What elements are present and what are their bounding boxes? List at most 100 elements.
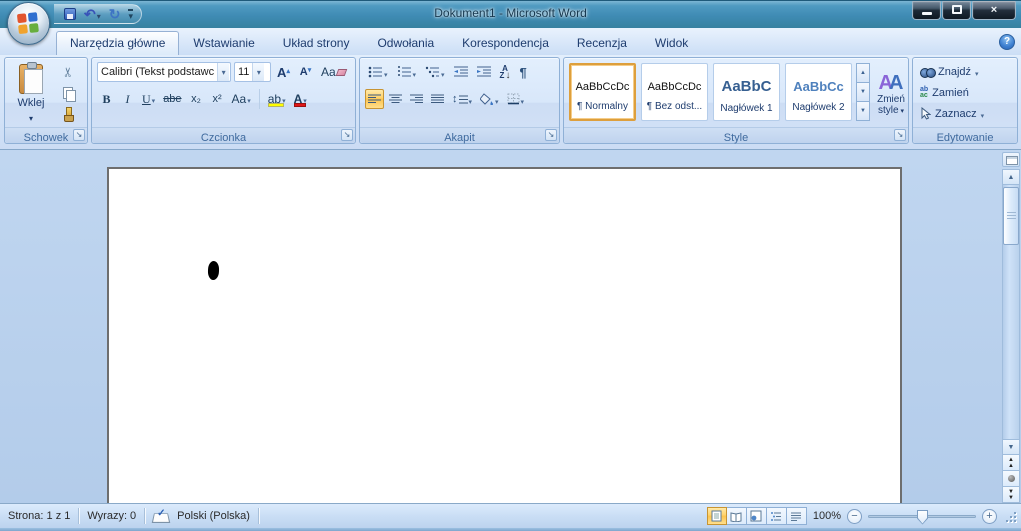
align-left-button[interactable]	[365, 89, 384, 109]
chevron-down-icon	[899, 105, 904, 116]
font-size-combobox[interactable]: 11	[234, 62, 271, 82]
show-formatting-marks-button[interactable]: ¶	[516, 62, 529, 82]
align-center-button[interactable]	[386, 89, 405, 109]
style-no-spacing[interactable]: AaBbCcDc ¶ Bez odst...	[641, 63, 708, 121]
style-scroll-down-button[interactable]: ▼	[856, 83, 870, 102]
tab-references[interactable]: Odwołania	[363, 31, 448, 55]
grow-font-button[interactable]: A	[274, 62, 293, 82]
italic-button[interactable]: I	[118, 89, 137, 109]
minimize-button[interactable]	[912, 1, 941, 20]
help-button[interactable]	[999, 34, 1015, 50]
chevron-down-icon	[413, 65, 417, 80]
clipboard-dialog-launcher[interactable]	[73, 129, 85, 141]
tab-review[interactable]: Recenzja	[563, 31, 641, 55]
save-button[interactable]	[62, 5, 78, 23]
bullets-button[interactable]	[365, 62, 391, 82]
word-count-status[interactable]: Wyrazy: 0	[87, 510, 136, 522]
change-case-button[interactable]: Aa	[229, 89, 254, 109]
zoom-out-button[interactable]: −	[847, 509, 862, 524]
line-spacing-icon: ↕	[452, 93, 458, 105]
tab-insert[interactable]: Wstawianie	[179, 31, 268, 55]
web-layout-view-button[interactable]	[747, 507, 767, 525]
text-highlight-button[interactable]: ab	[265, 89, 289, 109]
shrink-font-button[interactable]: A	[296, 62, 315, 82]
chevron-down-icon	[96, 7, 101, 22]
change-styles-button[interactable]: AA Zmień style	[874, 61, 908, 127]
sort-button[interactable]: AZ	[497, 62, 514, 82]
font-dialog-launcher[interactable]	[341, 129, 353, 141]
style-gallery-more-button[interactable]: ▼	[856, 102, 870, 121]
subscript-button[interactable]: x₂	[187, 89, 206, 109]
styles-dialog-launcher[interactable]	[894, 129, 906, 141]
paragraph-dialog-launcher[interactable]	[545, 129, 557, 141]
document-page[interactable]	[107, 167, 902, 503]
close-button[interactable]: ×	[972, 1, 1016, 20]
underline-button[interactable]: U	[139, 89, 158, 109]
align-right-button[interactable]	[407, 89, 426, 109]
tab-view[interactable]: Widok	[641, 31, 702, 55]
zoom-slider[interactable]	[868, 515, 976, 518]
spellcheck-icon[interactable]	[153, 510, 169, 523]
resize-grip[interactable]	[1003, 509, 1017, 523]
print-layout-view-button[interactable]	[707, 507, 727, 525]
strikethrough-button[interactable]: abe	[160, 89, 184, 109]
font-family-combobox[interactable]: Calibri (Tekst podstawc	[97, 62, 231, 82]
group-label-clipboard: Schowek	[24, 132, 69, 144]
zoom-level[interactable]: 100%	[813, 510, 841, 522]
fullscreen-reading-view-button[interactable]	[727, 507, 747, 525]
next-page-button[interactable]: ▼▼	[1002, 487, 1020, 503]
previous-page-button[interactable]: ▲▲	[1002, 455, 1020, 471]
style-heading2[interactable]: AaBbCc Nagłówek 2	[785, 63, 852, 121]
tab-mailings[interactable]: Korespondencja	[448, 31, 563, 55]
office-button[interactable]	[7, 2, 50, 45]
replace-button[interactable]: abac Zamień	[919, 84, 1013, 101]
superscript-button[interactable]: x²	[208, 89, 227, 109]
cut-button[interactable]: ✂	[57, 63, 79, 81]
page-count-status[interactable]: Strona: 1 z 1	[8, 510, 70, 522]
qat-customize-button[interactable]: ▾	[126, 5, 135, 23]
select-button[interactable]: Zaznacz	[919, 105, 1013, 122]
style-scroll-up-button[interactable]: ▲	[856, 63, 870, 83]
zoom-slider-thumb[interactable]	[917, 510, 928, 525]
paste-button[interactable]: Wklej	[10, 61, 52, 125]
align-left-icon	[368, 94, 381, 105]
redo-button[interactable]: ↻	[107, 5, 123, 23]
bold-button[interactable]: B	[97, 89, 116, 109]
decrease-indent-button[interactable]	[451, 62, 471, 82]
font-color-button[interactable]: A	[291, 89, 310, 109]
tab-home[interactable]: Narzędzia główne	[56, 31, 179, 55]
language-status[interactable]: Polski (Polska)	[177, 510, 250, 522]
tab-page-layout[interactable]: Układ strony	[269, 31, 364, 55]
style-heading1[interactable]: AaBbC Nagłówek 1	[713, 63, 780, 121]
justify-button[interactable]	[428, 89, 447, 109]
double-up-icon: ▲▲	[1008, 457, 1014, 469]
draft-view-button[interactable]	[787, 507, 807, 525]
group-font: Calibri (Tekst podstawc 11 A A Aa B I U …	[91, 57, 356, 144]
zoom-in-button[interactable]: +	[982, 509, 997, 524]
borders-button[interactable]	[504, 89, 528, 109]
scrollbar-thumb[interactable]	[1003, 187, 1019, 245]
ink-dot	[208, 261, 220, 280]
increase-indent-button[interactable]	[474, 62, 494, 82]
maximize-button[interactable]	[942, 1, 971, 20]
multilevel-list-button[interactable]	[422, 62, 448, 82]
scroll-down-button[interactable]: ▼	[1002, 439, 1020, 455]
draft-icon	[790, 511, 802, 522]
scroll-up-button[interactable]: ▲	[1002, 169, 1020, 185]
undo-button[interactable]: ↶	[82, 5, 103, 23]
shading-button[interactable]	[477, 89, 502, 109]
style-normal[interactable]: AaBbCcDc ¶ Normalny	[569, 63, 636, 121]
find-button[interactable]: Znajdź	[919, 63, 1013, 80]
chevron-down-icon	[441, 65, 445, 80]
outline-view-button[interactable]	[767, 507, 787, 525]
format-painter-button[interactable]	[57, 105, 79, 123]
clear-formatting-button[interactable]: Aa	[318, 62, 349, 82]
pilcrow-icon: ¶	[519, 65, 526, 80]
copy-button[interactable]	[57, 84, 79, 102]
cursor-arrow-icon	[920, 107, 931, 120]
line-spacing-button[interactable]: ↕	[449, 89, 475, 109]
browse-object-button[interactable]	[1002, 471, 1020, 487]
numbering-button[interactable]	[394, 62, 420, 82]
ruler-toggle-button[interactable]	[1002, 152, 1020, 167]
document-area: ▲ ▼ ▲▲ ▼▼	[0, 150, 1021, 503]
